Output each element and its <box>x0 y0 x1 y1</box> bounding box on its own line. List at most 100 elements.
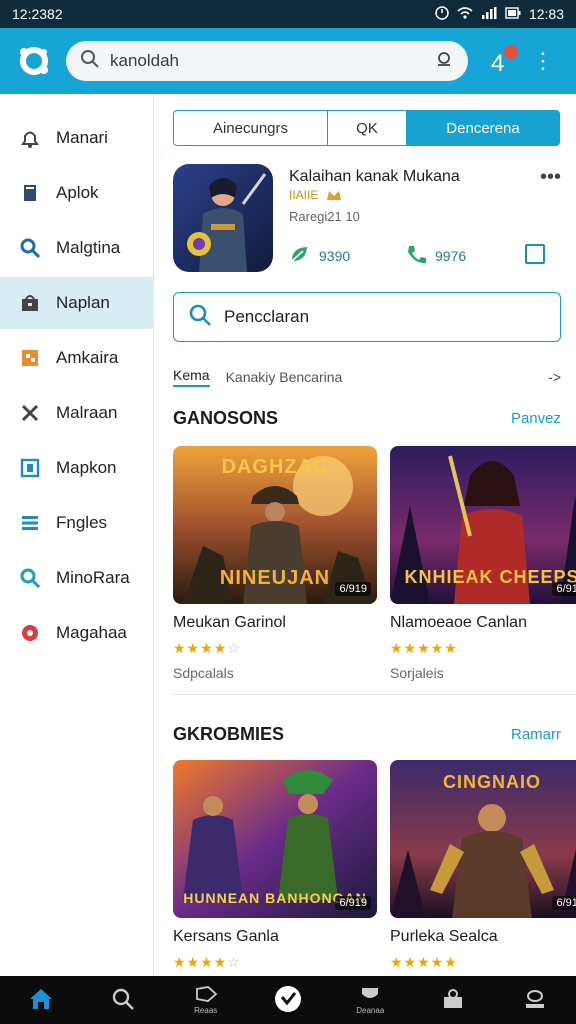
bottom-nav-item-2[interactable]: Reaas <box>182 980 230 1020</box>
tablet-icon <box>18 456 42 480</box>
sidebar-item-label: Amkaira <box>56 348 119 367</box>
sidebar-item-4[interactable]: Amkaira <box>0 332 153 384</box>
game-name[interactable]: Meukan Garinol <box>173 614 377 632</box>
gear-icon <box>18 621 42 645</box>
featured-app-tag-text: IIAIIE <box>289 188 319 202</box>
select-checkbox[interactable] <box>525 244 545 264</box>
sidebar-item-6[interactable]: Mapkon <box>0 442 153 494</box>
search-icon <box>111 987 135 1013</box>
search-icon <box>188 303 212 332</box>
secondary-search[interactable]: Pencclaran <box>173 292 561 342</box>
subnav-arrow[interactable]: -> <box>548 369 561 385</box>
game-meta: Sorjaleis <box>390 665 444 681</box>
game-image[interactable]: DAGHZAC NINEUJAN 6/919 <box>173 446 377 604</box>
sidebar-item-8[interactable]: MinoRara <box>0 552 153 604</box>
featured-app-title: Kalaihan kanak Mukana <box>289 168 460 185</box>
section-1-header: GANOSONS Panvez <box>173 406 561 430</box>
game-overlay-bottom: KNHIEAK CHEEPS <box>404 567 576 587</box>
search-input[interactable]: kanoldah <box>110 51 424 71</box>
sidebar-item-label: Naplan <box>56 293 110 312</box>
segmented-tabs: Ainecungrs QK Dencerena <box>173 110 560 146</box>
more-options-icon[interactable]: ••• <box>540 166 561 189</box>
game-card[interactable]: DAGHZAC NINEUJAN 6/919 Meukan Garinol ★★… <box>173 446 377 681</box>
sidebar-item-0[interactable]: Manari <box>0 112 153 164</box>
sidebar-item-label: Aplok <box>56 183 99 202</box>
shield-icon <box>358 985 382 1005</box>
game-meta: Sdpcalals <box>173 665 234 681</box>
main-content: Ainecungrs QK Dencerena Kalaihan kanak M… <box>155 94 576 976</box>
app-bar: kanoldah 4 ⋮ <box>0 28 576 94</box>
subnav-label[interactable]: Kanakiy Bencarina <box>226 369 343 385</box>
bottom-nav-label: Deanaa <box>356 1006 385 1015</box>
magnifier-icon <box>18 566 42 590</box>
bottom-nav-item-1[interactable] <box>99 980 147 1020</box>
star-rating: ★★★★★ <box>390 640 458 656</box>
game-card[interactable]: HUNNEAN BANHONGAN 6/919 Kersans Ganla ★★… <box>173 760 377 971</box>
heart-check-icon <box>274 985 302 1015</box>
game-size-badge: 6/919 <box>335 582 371 596</box>
sidebar-item-2[interactable]: Malgtina <box>0 222 153 274</box>
sidebar-item-label: Manari <box>56 128 108 147</box>
tab-2[interactable]: QK <box>328 110 406 146</box>
game-name[interactable]: Purleka Sealca <box>390 928 576 946</box>
status-time-right: 12:83 <box>528 6 564 22</box>
sidebar-item-5[interactable]: Malraan <box>0 387 153 439</box>
game-image[interactable]: HUNNEAN BANHONGAN 6/919 <box>173 760 377 918</box>
sidebar-item-label: Mapkon <box>56 458 117 477</box>
sub-navigation: Kema Kanakiy Bencarina -> <box>173 364 561 390</box>
featured-app-card[interactable]: Kalaihan kanak Mukana IIAIIE Raregi21 10… <box>173 164 563 274</box>
featured-stat-2-value: 9976 <box>435 247 467 264</box>
game-overlay-top: DAGHZAC <box>221 456 329 478</box>
notification-button[interactable]: 4 <box>486 45 518 77</box>
game-name[interactable]: Kersans Ganla <box>173 928 377 946</box>
leaf-icon <box>289 244 311 267</box>
search-icon <box>80 49 100 74</box>
app-logo[interactable] <box>14 41 54 81</box>
section-1-link[interactable]: Panvez <box>511 410 561 427</box>
notification-badge <box>504 45 518 59</box>
game-image[interactable]: KNHIEAK CHEEPS 6/919 <box>390 446 576 604</box>
section-2-title: GKROBMIES <box>173 723 285 744</box>
search-icon <box>18 236 42 260</box>
briefcase-icon <box>441 987 465 1013</box>
tab-1[interactable]: Ainecungrs <box>173 110 328 146</box>
tab-3-active[interactable]: Dencerena <box>406 110 560 146</box>
featured-app-date: Raregi21 10 <box>289 209 360 224</box>
tag-icon <box>194 985 218 1005</box>
bag-icon <box>18 291 42 315</box>
bottom-nav-item-6[interactable] <box>511 980 559 1020</box>
sidebar-item-7[interactable]: Fngles <box>0 497 153 549</box>
star-rating: ★★★★☆ <box>173 954 241 970</box>
game-card[interactable]: KNHIEAK CHEEPS 6/919 Nlamoeaoe Canlan ★★… <box>390 446 576 681</box>
bottom-nav-label: Reaas <box>194 1006 218 1015</box>
sidebar-item-1[interactable]: Aplok <box>0 167 153 219</box>
secondary-search-input[interactable]: Pencclaran <box>224 307 309 327</box>
featured-app-tag: IIAIIE <box>289 188 342 205</box>
book-icon <box>18 181 42 205</box>
sidebar-item-3[interactable]: Naplan <box>0 277 153 329</box>
bottom-nav-item-3[interactable] <box>264 980 312 1020</box>
camera-icon[interactable] <box>434 49 454 74</box>
bottom-nav-item-4[interactable]: Deanaa <box>346 980 394 1020</box>
sidebar-item-label: Magahaa <box>56 623 127 642</box>
bell-icon <box>18 126 42 150</box>
logo-icon <box>20 47 48 75</box>
svg-text:4: 4 <box>491 50 504 75</box>
section-2-link[interactable]: Ramarr <box>511 726 561 743</box>
status-icons: 12:83 <box>435 5 564 23</box>
list-icon <box>18 511 42 535</box>
game-name[interactable]: Nlamoeaoe Canlan <box>390 614 576 632</box>
status-time-left: 12:2382 <box>12 6 63 22</box>
search-bar[interactable]: kanoldah <box>66 41 468 81</box>
featured-stat-1: 9390 <box>289 244 350 267</box>
game-card[interactable]: CINGNAIO 6/919 Purleka Sealca ★★★★★ <box>390 760 576 971</box>
bottom-nav-item-5[interactable] <box>429 980 477 1020</box>
bottom-nav-item-0[interactable] <box>17 980 65 1020</box>
overflow-menu-icon[interactable]: ⋮ <box>532 50 554 72</box>
wifi-icon <box>457 6 473 22</box>
subnav-home[interactable]: Kema <box>173 367 210 387</box>
sidebar-item-9[interactable]: Magahaa <box>0 607 153 659</box>
featured-app-image[interactable] <box>173 164 273 272</box>
sidebar-item-label: MinoRara <box>56 568 130 587</box>
game-image[interactable]: CINGNAIO 6/919 <box>390 760 576 918</box>
